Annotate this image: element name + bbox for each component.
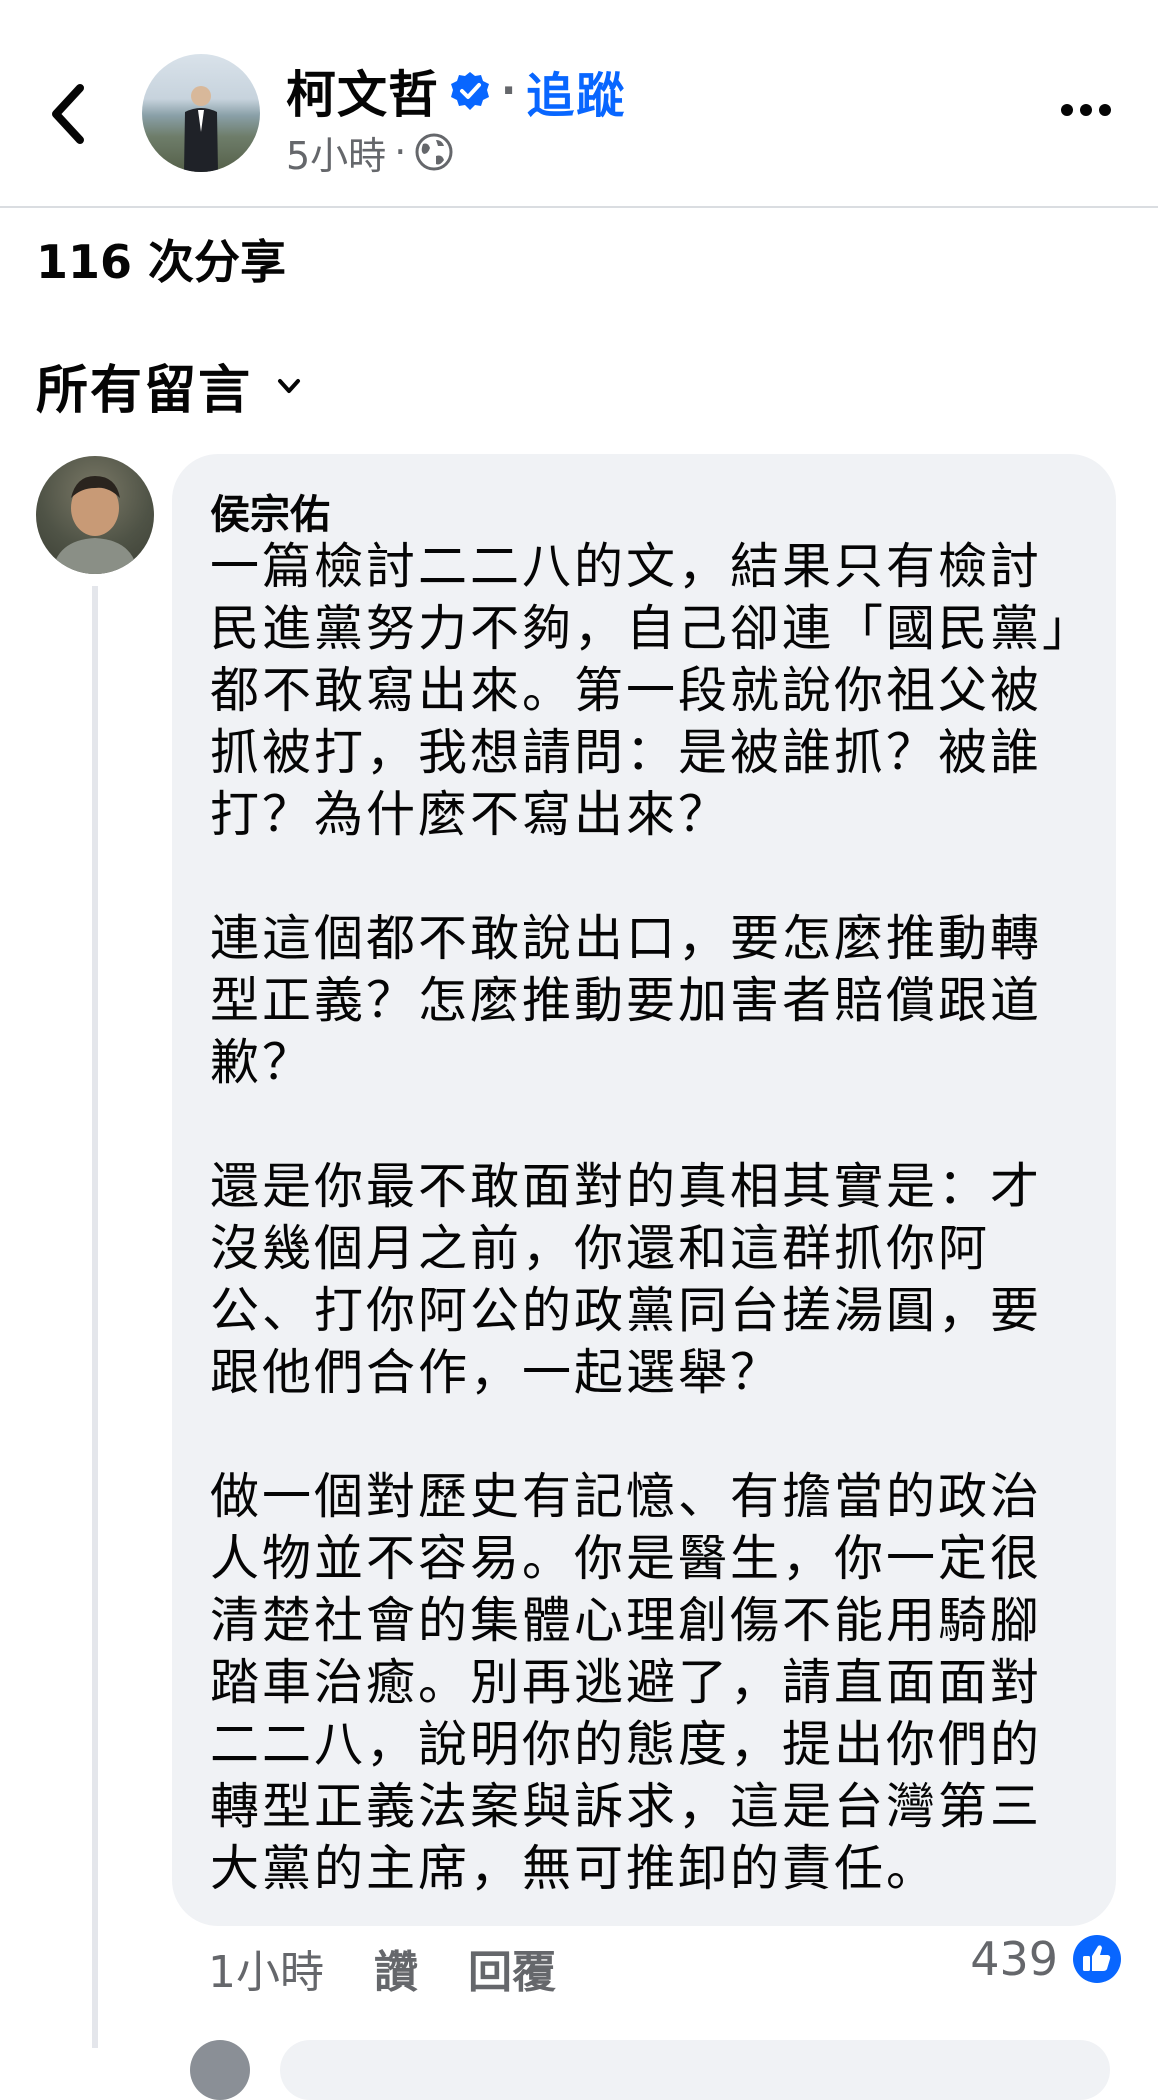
comment-actions: 1小時 讚 回覆 — [208, 1936, 556, 2000]
post-time[interactable]: 5小時 — [286, 125, 386, 180]
post-meta: 5小時 · — [286, 124, 454, 180]
author-row: 柯文哲 · 追蹤 — [286, 56, 626, 126]
comments-filter-label: 所有留言 — [36, 361, 253, 421]
comment-time[interactable]: 1小時 — [208, 1936, 324, 2000]
comment-text: 一篇檢討二二八的文，結果只有檢討民進黨努力不夠，自己卻連「國民黨」都不敢寫出來。… — [210, 538, 1070, 1897]
thumbs-up-icon — [1073, 1935, 1121, 1983]
comment-author[interactable]: 侯宗佑 — [210, 482, 330, 540]
reply-button[interactable]: 回覆 — [468, 1936, 556, 2000]
next-comment-bubble — [280, 2040, 1110, 2100]
more-options-icon[interactable] — [1060, 100, 1112, 120]
follow-button[interactable]: 追蹤 — [526, 56, 626, 126]
reaction-count: 439 — [970, 1932, 1058, 1986]
comments-filter[interactable]: 所有留言 — [36, 348, 304, 423]
chevron-down-icon — [278, 378, 301, 393]
like-button[interactable]: 讚 — [374, 1936, 418, 2000]
share-count[interactable]: 116 次分享 — [36, 226, 286, 292]
separator-dot: · — [501, 68, 517, 114]
verified-badge-icon — [451, 72, 489, 110]
thread-line — [92, 586, 98, 2048]
chevron-left-icon[interactable] — [48, 82, 88, 146]
author-avatar[interactable] — [142, 54, 260, 172]
globe-icon — [415, 133, 453, 171]
separator-dot: · — [394, 130, 407, 174]
comment-reactions[interactable]: 439 — [970, 1932, 1122, 1986]
comment-bubble: 侯宗佑 一篇檢討二二八的文，結果只有檢討民進黨努力不夠，自己卻連「國民黨」都不敢… — [172, 454, 1116, 1926]
next-comment-avatar[interactable] — [190, 2040, 250, 2100]
author-name[interactable]: 柯文哲 — [286, 55, 439, 127]
post-header: 柯文哲 · 追蹤 5小時 · — [0, 0, 1158, 208]
commenter-avatar[interactable] — [36, 456, 154, 574]
